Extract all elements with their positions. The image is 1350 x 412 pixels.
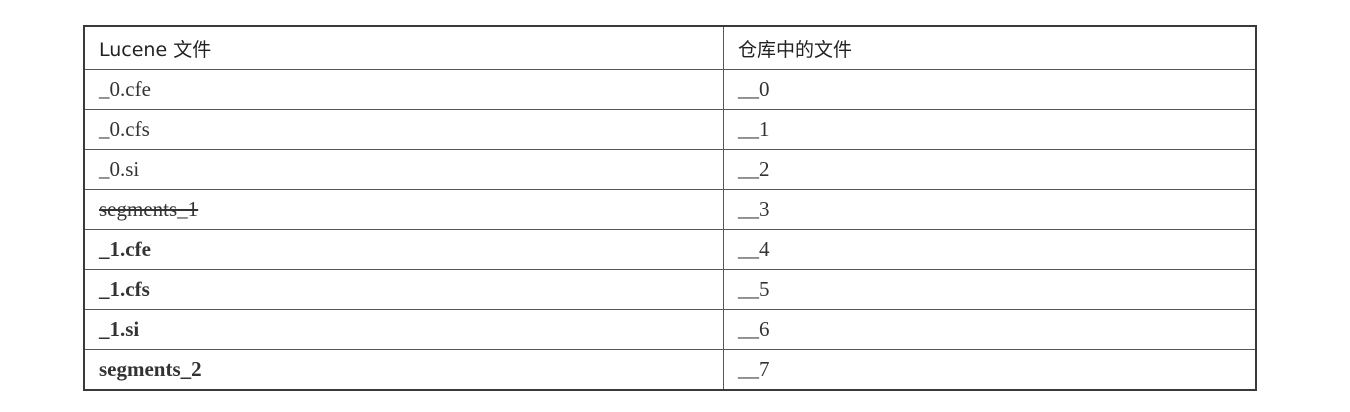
header-lucene-files: Lucene 文件 [83, 25, 724, 70]
repository-file-cell: __1 [723, 109, 1257, 150]
repository-file-cell: __2 [723, 149, 1257, 190]
table-row: segments_1 __3 [83, 189, 1257, 230]
table-header-row: Lucene 文件 仓库中的文件 [83, 25, 1257, 70]
repository-file-cell: __3 [723, 189, 1257, 230]
lucene-file-cell: segments_1 [83, 189, 724, 230]
table-row: _1.cfe __4 [83, 229, 1257, 270]
lucene-file-cell: _0.si [83, 149, 724, 190]
header-repository-files: 仓库中的文件 [723, 25, 1257, 70]
lucene-file-cell: _0.cfe [83, 69, 724, 110]
lucene-file-cell: segments_2 [83, 349, 724, 391]
table-row: _0.cfs __1 [83, 109, 1257, 150]
repository-file-cell: __7 [723, 349, 1257, 391]
repository-file-cell: __4 [723, 229, 1257, 270]
table-row: _0.cfe __0 [83, 69, 1257, 110]
lucene-file-cell: _1.cfe [83, 229, 724, 270]
repository-file-cell: __0 [723, 69, 1257, 110]
file-mapping-table: Lucene 文件 仓库中的文件 _0.cfe __0 _0.cfs __1 _0.si… [83, 25, 1257, 391]
table-row: _0.si __2 [83, 149, 1257, 190]
lucene-file-cell: _0.cfs [83, 109, 724, 150]
repository-file-cell: __6 [723, 309, 1257, 350]
repository-file-cell: __5 [723, 269, 1257, 310]
table-row: _1.si __6 [83, 309, 1257, 350]
lucene-file-cell: _1.si [83, 309, 724, 350]
table-row: _1.cfs __5 [83, 269, 1257, 310]
lucene-file-cell: _1.cfs [83, 269, 724, 310]
table-row: segments_2 __7 [83, 349, 1257, 391]
